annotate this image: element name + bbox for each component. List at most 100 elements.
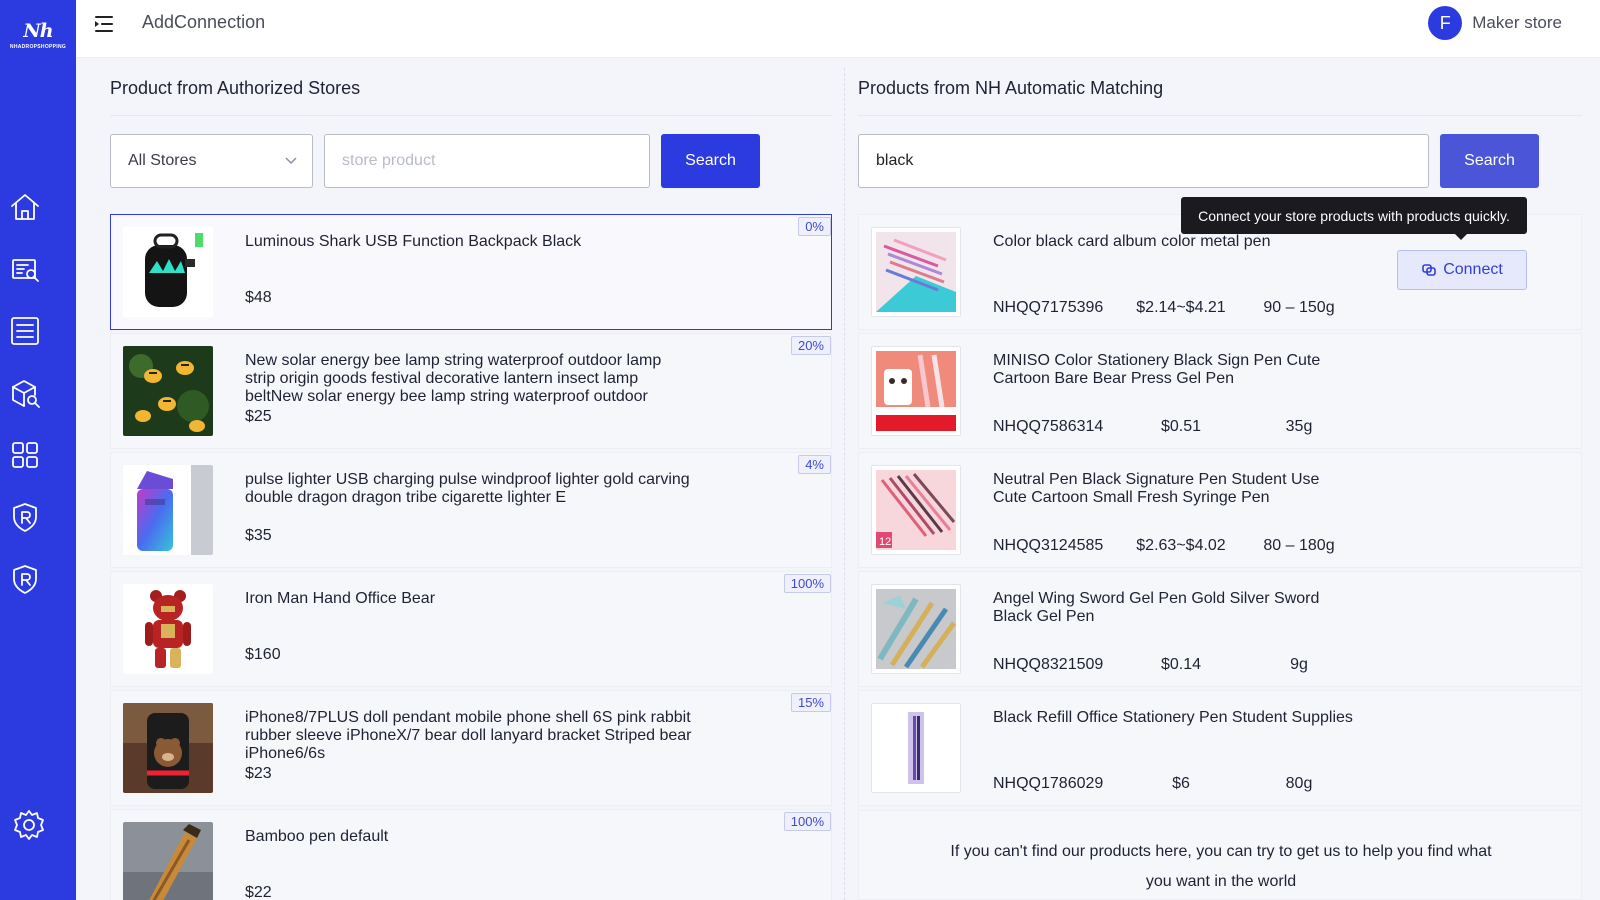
tooltip-arrow [1455, 234, 1467, 240]
logo-text: NHADROPSHOPPING [9, 44, 67, 50]
product-sku: NHQQ3124585 [993, 537, 1104, 554]
product-name: Bamboo pen default [245, 828, 389, 845]
product-price: $25 [245, 408, 272, 425]
product-name: MINISO Color Stationery Black Sign Pen C… [993, 352, 1321, 387]
product-weight: 35g [1285, 418, 1313, 435]
product-thumbnail [871, 227, 961, 317]
product-name: Angel Wing Sword Gel Pen Gold Silver Swo… [993, 590, 1320, 625]
svg-text:12: 12 [879, 536, 891, 548]
help-request-box: If you can't find our products here, you… [858, 810, 1582, 900]
product-weight: 90 – 150g [1263, 299, 1335, 316]
shield-r-icon [13, 503, 37, 532]
product-price: $6 [1172, 775, 1190, 792]
product-sku: NHQQ8321509 [993, 656, 1104, 673]
chevron-down-icon [284, 153, 298, 167]
home-icon [11, 194, 39, 220]
sidebar-item-products[interactable] [6, 374, 44, 412]
store-select[interactable]: All Stores [110, 134, 313, 188]
left-panel-divider [110, 115, 832, 116]
left-search-button[interactable]: Search [661, 134, 760, 188]
match-percent-badge: 100% [783, 574, 831, 593]
store-product-card[interactable]: Iron Man Hand Office Bear $160 100% [110, 571, 832, 687]
product-thumbnail [123, 584, 213, 674]
match-percent-badge: 100% [783, 812, 831, 831]
link-icon [1422, 264, 1437, 276]
product-search-icon [12, 380, 40, 408]
product-thumbnail: 12 [871, 465, 961, 555]
sidebar-item-apps[interactable] [6, 436, 44, 474]
product-thumbnail [123, 822, 213, 900]
store-product-card[interactable]: Bamboo pen default $22 100% [110, 809, 832, 900]
sidebar-item-brand-register[interactable] [6, 560, 44, 598]
product-name: Luminous Shark USB Function Backpack Bla… [245, 233, 582, 250]
product-price: $22 [245, 884, 272, 900]
product-thumbnail [123, 227, 213, 317]
product-thumbnail [123, 346, 213, 436]
product-name: Color black card album color metal pen [993, 233, 1271, 250]
product-price: $2.14~$4.21 [1136, 299, 1226, 316]
product-thumbnail [123, 703, 213, 793]
right-panel-title: Products from NH Automatic Matching [858, 78, 1164, 98]
matched-product-card[interactable]: Black Refill Office Stationery Pen Stude… [858, 690, 1582, 806]
brand-logo[interactable]: Nh NHADROPSHOPPING [0, 20, 76, 50]
right-panel-divider [858, 115, 1582, 116]
matched-product-card[interactable]: Angel Wing Sword Gel Pen Gold Silver Swo… [858, 571, 1582, 687]
product-weight: 80g [1285, 775, 1313, 792]
product-thumbnail [871, 584, 961, 674]
match-percent-badge: 4% [798, 455, 831, 474]
user-menu[interactable]: F Maker store [1428, 6, 1562, 40]
product-name: Neutral Pen Black Signature Pen Student … [993, 471, 1320, 506]
product-price: $35 [245, 527, 272, 544]
sidebar: Nh NHADROPSHOPPING [0, 0, 76, 900]
connect-button-label: Connect [1443, 261, 1503, 278]
product-price: $0.51 [1160, 418, 1202, 435]
store-select-value: All Stores [128, 152, 197, 169]
sidebar-item-store-search[interactable] [6, 250, 44, 288]
matched-product-card[interactable]: 12 Neutral Pen Black Signature Pen Stude… [858, 452, 1582, 568]
column-divider [844, 68, 845, 900]
sidebar-item-brand-protect[interactable] [6, 498, 44, 536]
product-thumbnail [123, 465, 213, 555]
product-sku: NHQQ7175396 [993, 299, 1104, 316]
page-title: AddConnection [142, 12, 266, 32]
store-search-icon [12, 259, 39, 282]
sidebar-item-orders[interactable] [6, 312, 44, 350]
user-name: Maker store [1472, 13, 1562, 32]
menu-toggle-button[interactable] [93, 13, 115, 35]
top-header: AddConnection F Maker store [76, 0, 1600, 58]
connect-tooltip: Connect your store products with product… [1181, 197, 1527, 234]
store-product-card[interactable]: iPhone8/7PLUS doll pendant mobile phone … [110, 690, 832, 806]
product-thumbnail [871, 703, 961, 793]
product-price: $23 [245, 765, 272, 782]
order-list-icon [11, 317, 39, 345]
product-name: iPhone8/7PLUS doll pendant mobile phone … [245, 709, 692, 762]
product-name: pulse lighter USB charging pulse windpro… [245, 471, 690, 506]
store-product-card[interactable]: New solar energy bee lamp string waterpr… [110, 333, 832, 449]
match-percent-badge: 15% [790, 693, 831, 712]
connect-button[interactable]: Connect [1397, 250, 1527, 290]
shield-r-icon [13, 565, 37, 594]
product-name: New solar energy bee lamp string waterpr… [245, 352, 662, 405]
product-sku: NHQQ7586314 [993, 418, 1104, 435]
matching-search-input[interactable] [858, 134, 1429, 188]
help-text: If you can't find our products here, you… [950, 843, 1492, 890]
product-price: $48 [245, 289, 272, 306]
settings-gear-icon [14, 810, 44, 840]
left-panel-title: Product from Authorized Stores [110, 78, 361, 98]
product-name: Black Refill Office Stationery Pen Stude… [993, 709, 1353, 726]
match-percent-badge: 20% [790, 336, 831, 355]
product-weight: 80 – 180g [1263, 537, 1335, 554]
product-price: $0.14 [1160, 656, 1202, 673]
sidebar-item-settings[interactable] [10, 806, 48, 844]
store-product-card[interactable]: pulse lighter USB charging pulse windpro… [110, 452, 832, 568]
apps-grid-icon [12, 442, 38, 468]
store-product-search-input[interactable] [324, 134, 650, 188]
matched-product-card[interactable]: MINISO Color Stationery Black Sign Pen C… [858, 333, 1582, 449]
product-name: Iron Man Hand Office Bear [245, 590, 436, 607]
store-product-card[interactable]: Luminous Shark USB Function Backpack Bla… [110, 214, 832, 330]
right-search-button[interactable]: Search [1440, 134, 1539, 188]
product-sku: NHQQ1786029 [993, 775, 1104, 792]
product-weight: 9g [1290, 656, 1308, 673]
sidebar-item-home[interactable] [6, 188, 44, 226]
product-price: $2.63~$4.02 [1136, 537, 1226, 554]
